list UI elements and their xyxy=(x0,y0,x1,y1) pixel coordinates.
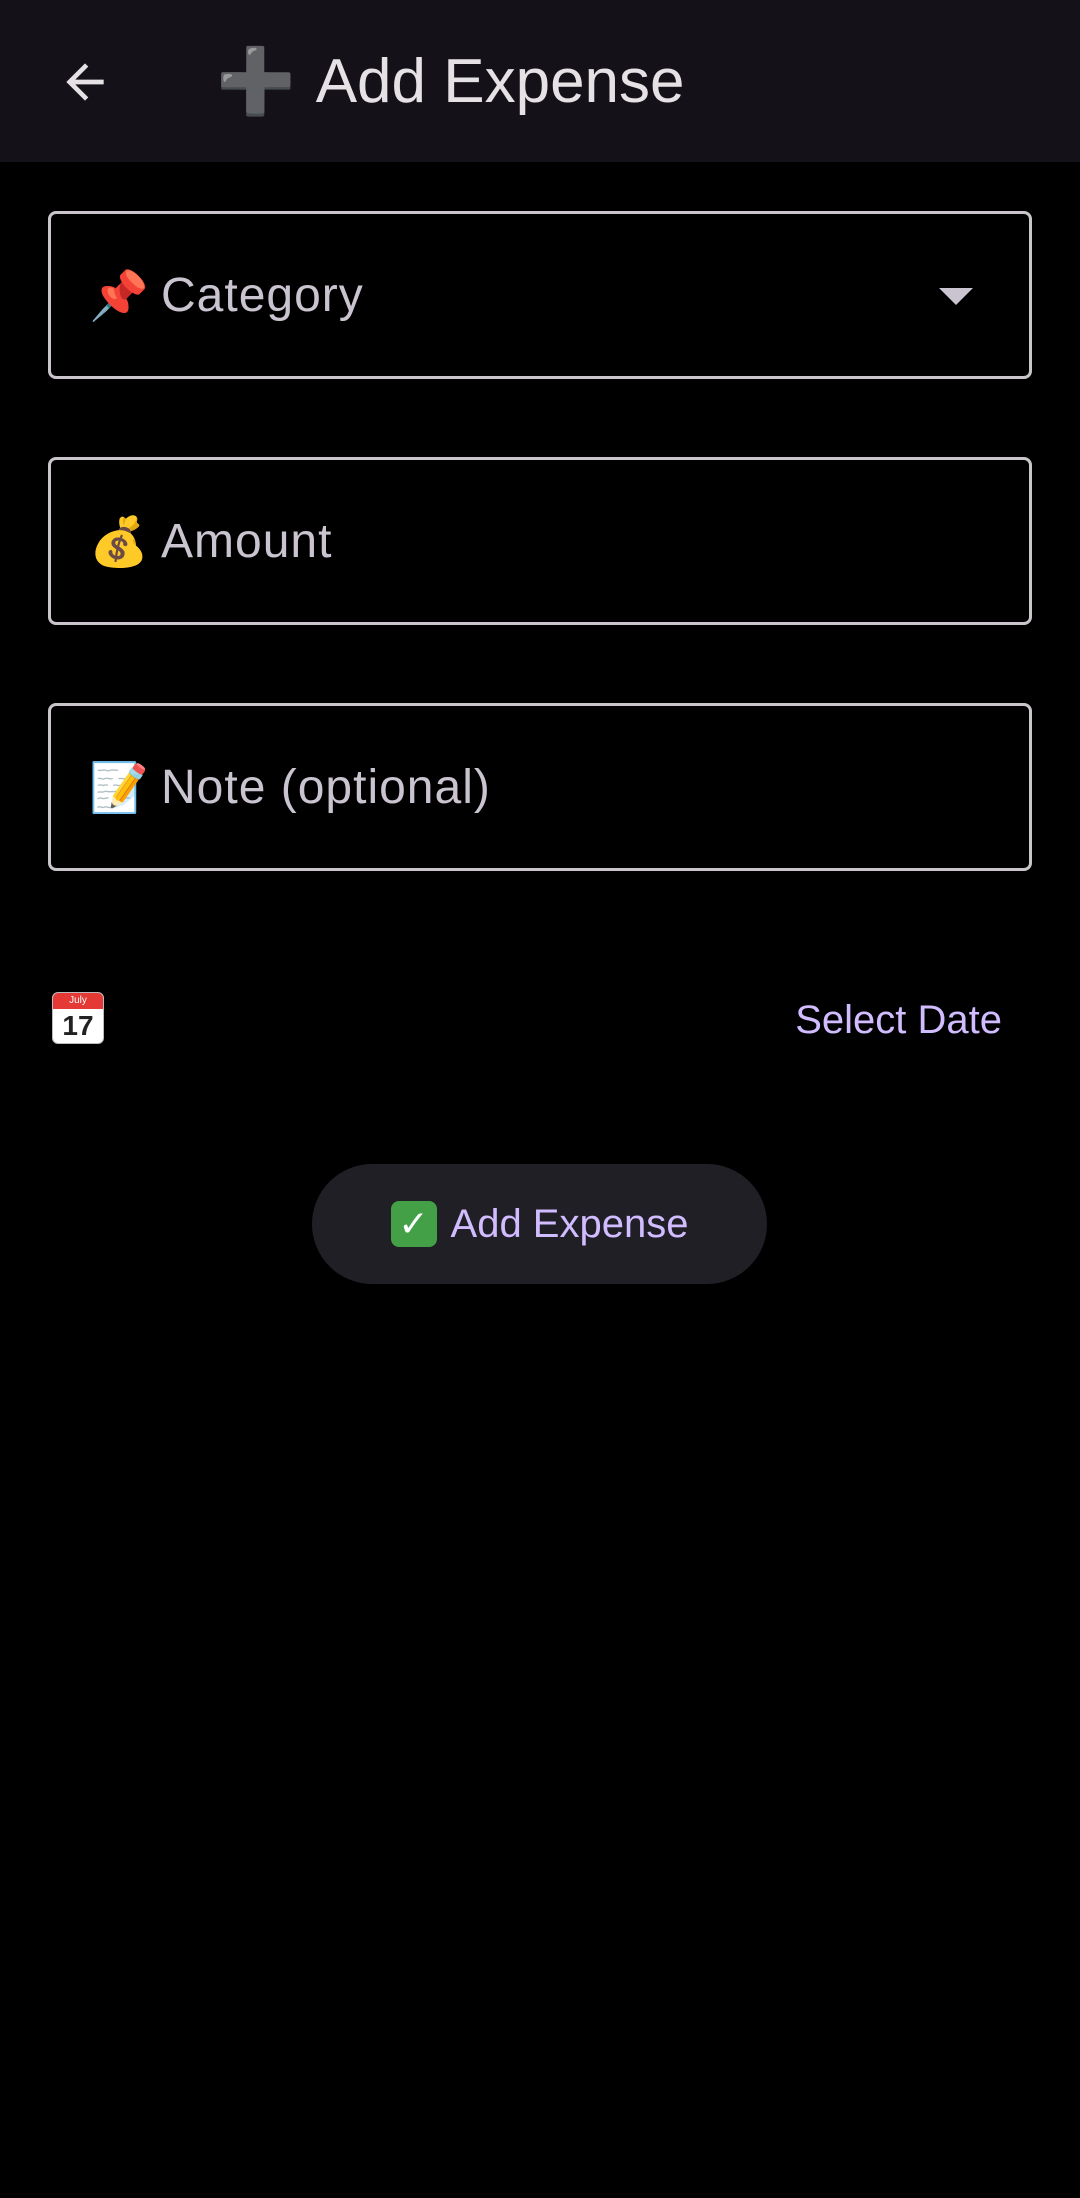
date-row: July 17 Select Date xyxy=(48,980,1032,1060)
add-expense-label: Add Expense xyxy=(450,1201,689,1246)
memo-icon: 📝 xyxy=(89,761,150,815)
select-date-button[interactable]: Select Date xyxy=(795,990,1002,1050)
app-bar: ➕ Add Expense xyxy=(0,0,1080,162)
back-button[interactable] xyxy=(40,37,130,127)
calendar-month: July xyxy=(53,993,103,1009)
amount-field[interactable]: 💰 xyxy=(48,457,1032,625)
arrow-back-icon xyxy=(66,63,104,101)
dropdown-arrow-icon xyxy=(939,288,973,305)
calendar-day: 17 xyxy=(62,1010,94,1041)
pushpin-icon: 📌 xyxy=(89,269,150,323)
plus-icon: ➕ xyxy=(216,44,296,117)
check-mark-icon: ✓ xyxy=(390,1201,437,1247)
category-placeholder: Category xyxy=(161,268,364,322)
note-field[interactable]: 📝 xyxy=(48,703,1032,871)
add-expense-button[interactable]: ✓ Add Expense xyxy=(312,1164,767,1284)
note-input[interactable] xyxy=(161,759,1029,815)
calendar-icon: July 17 xyxy=(52,992,104,1044)
money-bag-icon: 💰 xyxy=(89,515,150,569)
amount-input[interactable] xyxy=(161,513,1029,569)
category-dropdown[interactable]: 📌 Category xyxy=(48,211,1032,379)
page-title: ➕ Add Expense xyxy=(216,36,685,126)
page-title-text: Add Expense xyxy=(315,46,685,116)
